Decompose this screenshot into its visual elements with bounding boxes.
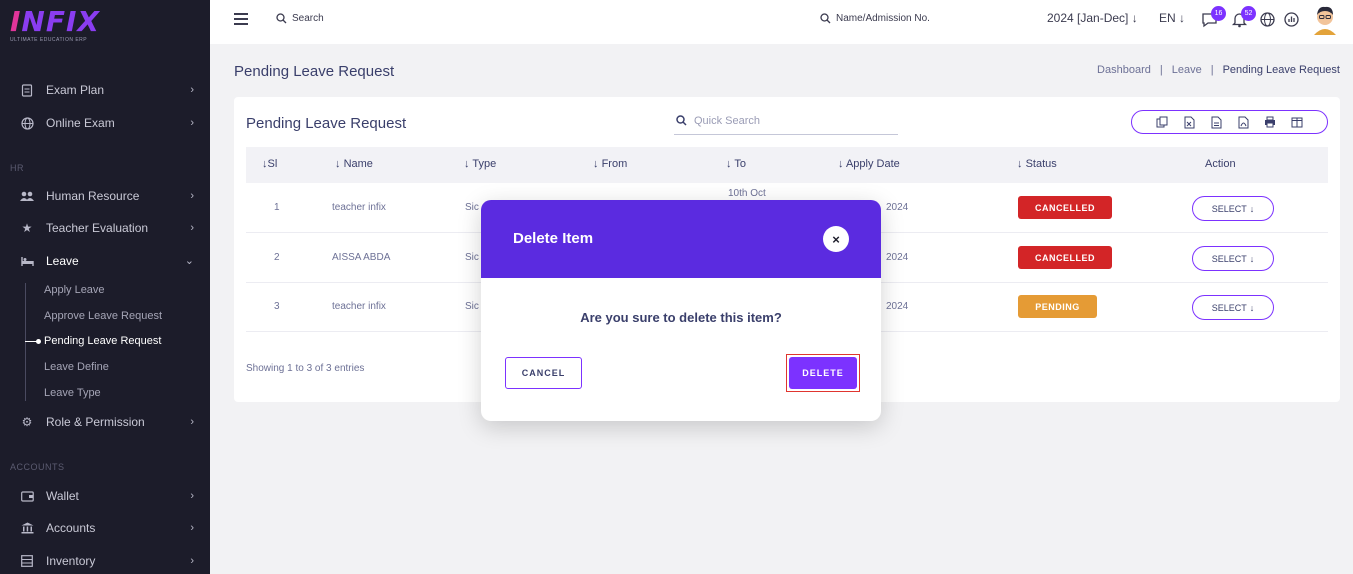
modal-title: Delete Item xyxy=(513,230,594,247)
close-icon[interactable]: × xyxy=(823,226,849,252)
delete-modal: Delete Item × Are you sure to delete thi… xyxy=(481,200,881,421)
cancel-button[interactable]: CANCEL xyxy=(505,357,582,389)
modal-message: Are you sure to delete this item? xyxy=(580,310,782,325)
modal-header: Delete Item × xyxy=(481,200,881,278)
delete-button[interactable]: DELETE xyxy=(789,357,857,389)
